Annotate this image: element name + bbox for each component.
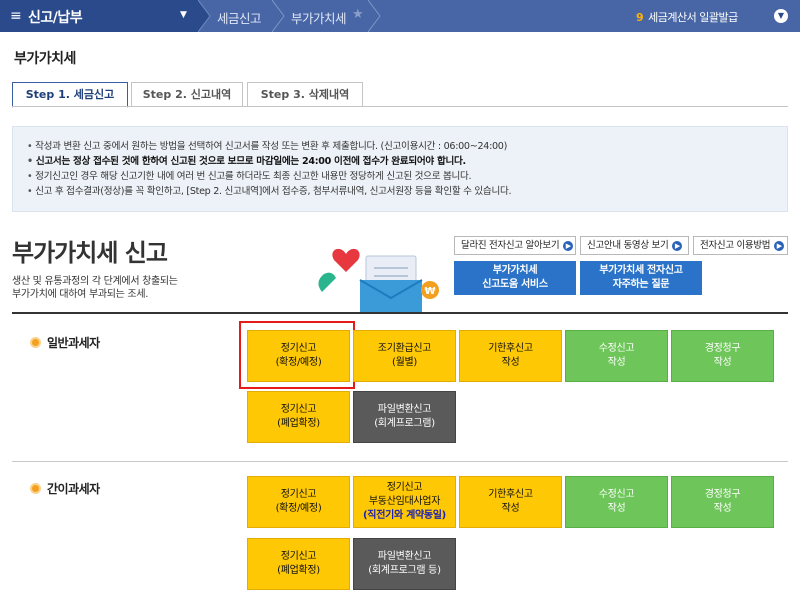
notice-item: 정기신고인 경우 해당 신고기한 내에 여러 번 신고를 하더라도 최종 신고한… — [27, 169, 511, 184]
arrow-right-icon: ▶ — [774, 241, 785, 251]
filing-help-service-button[interactable]: 부가가치세 신고도움 서비스 — [454, 261, 576, 295]
early-refund-button[interactable]: 조기환급신고 (월별) — [353, 330, 456, 382]
late-filing-button[interactable]: 기한후신고작성 — [459, 476, 562, 528]
closure-filing-button[interactable]: 정기신고 (폐업확정) — [247, 538, 350, 590]
breadcrumb-tax-return[interactable]: 세금신고 — [217, 8, 262, 27]
changed-e-filing-link[interactable]: 달라진 전자신고 알아보기 ▶ — [454, 236, 576, 255]
tile-line: 기한후신고 — [488, 343, 533, 354]
amended-filing-button[interactable]: 수정신고작성 — [565, 476, 668, 528]
tile-line: 파일변환신고 — [377, 551, 432, 562]
button-line: 자주하는 질문 — [612, 279, 670, 290]
section-divider — [12, 461, 788, 462]
tile-line: 작성 — [607, 357, 626, 368]
menu-dropdown[interactable]: ≡ 신고/납부 ▼ — [0, 0, 198, 32]
favorite-star-icon[interactable]: ★ — [352, 7, 364, 22]
file-conversion-button[interactable]: 파일변환신고 (회계프로그램 등) — [353, 538, 456, 590]
tile-line: 작성 — [713, 503, 732, 514]
tile-line: 파일변환신고 — [377, 404, 432, 415]
top-navigation-bar: ≡ 신고/납부 ▼ 세금신고 부가가치세 ★ 9 세금계산서 일괄발급 ▼ — [0, 0, 800, 32]
arrow-right-icon: ▶ — [563, 241, 574, 251]
leaf-shape — [318, 272, 336, 292]
tab-step1[interactable]: Step 1. 세금신고 — [12, 82, 128, 108]
vat-return-heading: 부가가치세 신고 — [12, 239, 168, 267]
button-line: 신고도움 서비스 — [482, 279, 548, 290]
tile-line: (회계프로그램) — [374, 418, 435, 429]
tile-line: 수정신고 — [598, 343, 635, 354]
tile-highlight-line: (직전기와 계약동일) — [363, 510, 446, 521]
selection-highlight — [239, 321, 355, 389]
desc-line: 생산 및 유통과정의 각 단계에서 창출되는 — [12, 276, 178, 287]
bulk-invoice-label: 세금계산서 일괄발급 — [648, 11, 738, 24]
caret-down-icon: ▼ — [180, 10, 187, 20]
tile-line: (월별) — [391, 357, 417, 368]
tile-line: (폐업확정) — [277, 565, 320, 576]
hamburger-icon: ≡ — [10, 8, 22, 24]
file-conversion-button[interactable]: 파일변환신고 (회계프로그램) — [353, 391, 456, 443]
tab-step3[interactable]: Step 3. 삭제내역 — [247, 82, 363, 107]
breadcrumb-separator — [272, 0, 285, 32]
notice-box: 작성과 변환 신고 중에서 원하는 방법을 선택하여 신고서를 작성 또는 변환… — [12, 126, 788, 212]
button-line: 부가가치세 전자신고 — [599, 265, 683, 276]
bulk-invoice-link[interactable]: 9 세금계산서 일괄발급 — [636, 9, 738, 25]
e-filing-howto-link[interactable]: 전자신고 이용방법 ▶ — [693, 236, 788, 255]
tile-line: 부동산임대사업자 — [368, 496, 441, 507]
section-label: 간이과세자 — [47, 482, 100, 496]
page-title: 부가가치세 — [14, 51, 76, 67]
notice-item: 신고 후 접수결과(정상)를 꼭 확인하고, [Step 2. 신고내역]에서 … — [27, 184, 511, 199]
breadcrumb-separator — [368, 0, 381, 32]
page: ≡ 신고/납부 ▼ 세금신고 부가가치세 ★ 9 세금계산서 일괄발급 ▼ 부가가… — [0, 0, 800, 601]
correction-claim-button[interactable]: 경정청구작성 — [671, 476, 774, 528]
correction-claim-button[interactable]: 경정청구작성 — [671, 330, 774, 382]
tile-line: 경정청구 — [704, 489, 741, 500]
notice-item: 작성과 변환 신고 중에서 원하는 방법을 선택하여 신고서를 작성 또는 변환… — [27, 139, 511, 154]
tab-step2[interactable]: Step 2. 신고내역 — [131, 82, 243, 107]
simplified-taxpayer-label: 간이과세자 — [30, 480, 100, 497]
link-label: 전자신고 이용방법 — [700, 240, 771, 251]
button-line: 부가가치세 — [492, 265, 538, 276]
bullet-icon — [30, 337, 41, 348]
bullet-icon — [30, 483, 41, 494]
real-estate-filing-button[interactable]: 정기신고부동산임대사업자 (직전기와 계약동일) — [353, 476, 456, 528]
tile-line: (회계프로그램 등) — [368, 565, 441, 576]
tile-line: 수정신고 — [598, 489, 635, 500]
link-label: 신고안내 동영상 보기 — [587, 240, 669, 251]
envelope-illustration: ₩ — [318, 248, 439, 312]
closure-filing-button[interactable]: 정기신고 (폐업확정) — [247, 391, 350, 443]
tile-line: 작성 — [607, 503, 626, 514]
tile-line: 기한후신고 — [488, 489, 533, 500]
late-filing-button[interactable]: 기한후신고작성 — [459, 330, 562, 382]
tile-line: 정기신고 — [280, 404, 317, 415]
section-label: 일반과세자 — [47, 336, 100, 350]
svg-text:₩: ₩ — [424, 286, 435, 297]
tile-line: 정기신고 — [280, 489, 317, 500]
breadcrumb-separator — [198, 0, 211, 32]
heart-icon — [332, 248, 360, 272]
desc-line: 부가가치에 대하여 부과되는 조세. — [12, 289, 149, 300]
tile-line: 경정청구 — [704, 343, 741, 354]
tile-line: 조기환급신고 — [377, 343, 432, 354]
chevron-down-icon[interactable]: ▼ — [774, 9, 788, 23]
menu-title: 신고/납부 — [28, 10, 83, 26]
regular-filing-button[interactable]: 정기신고 (확정/예정) — [247, 476, 350, 528]
tile-line: 작성 — [713, 357, 732, 368]
tile-line: (폐업확정) — [277, 418, 320, 429]
tile-line: (확정/예정) — [275, 503, 322, 514]
guide-video-link[interactable]: 신고안내 동영상 보기 ▶ — [580, 236, 689, 255]
breadcrumb-vat[interactable]: 부가가치세 — [291, 8, 347, 27]
link-label: 달라진 전자신고 알아보기 — [461, 240, 560, 251]
section-divider — [12, 312, 788, 314]
vat-description: 생산 및 유통과정의 각 단계에서 창출되는 부가가치에 대하여 부과되는 조세… — [12, 275, 178, 301]
arrow-right-icon: ▶ — [672, 241, 683, 251]
tile-line: 작성 — [501, 357, 520, 368]
faq-button[interactable]: 부가가치세 전자신고 자주하는 질문 — [580, 261, 702, 295]
invoice-count-badge: 9 — [636, 11, 644, 24]
tile-line: 작성 — [501, 503, 520, 514]
tile-line: 정기신고 — [386, 482, 423, 493]
notice-item: 신고서는 정상 접수된 것에 한하여 신고된 것으로 보므로 마감일에는 24:… — [27, 154, 511, 169]
general-taxpayer-label: 일반과세자 — [30, 334, 100, 351]
tabs-divider — [12, 106, 788, 107]
tile-line: 정기신고 — [280, 551, 317, 562]
amended-filing-button[interactable]: 수정신고작성 — [565, 330, 668, 382]
